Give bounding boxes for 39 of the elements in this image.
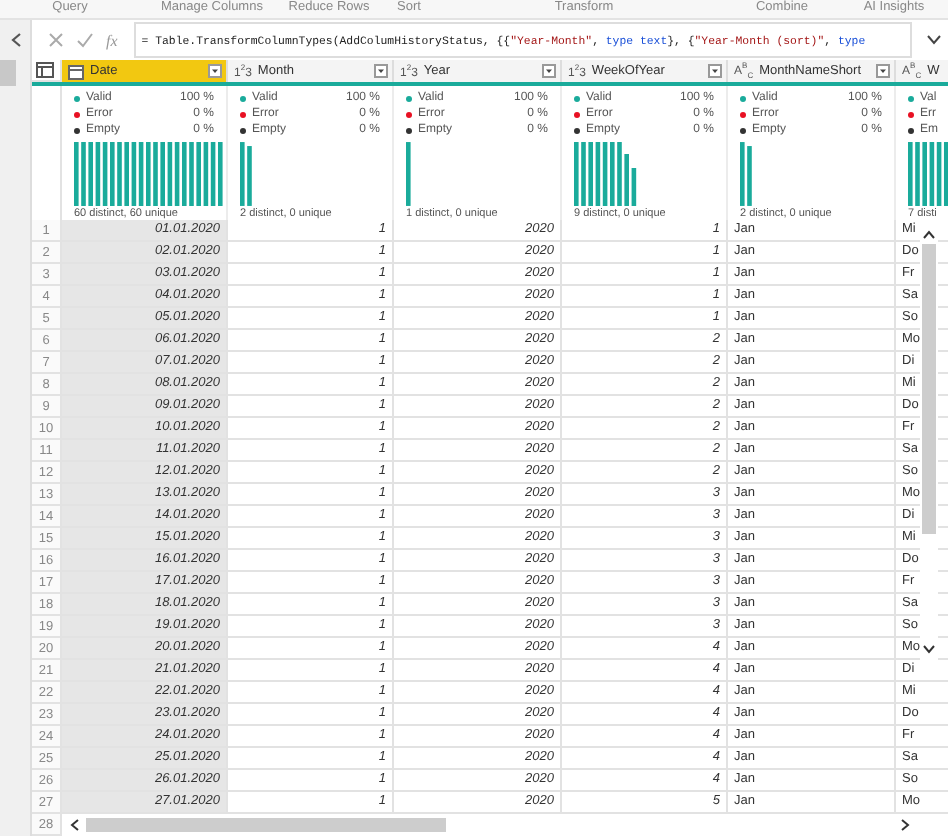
dropdown-button[interactable] [542, 64, 556, 78]
status-dot [240, 127, 246, 133]
scroll-right-icon[interactable] [900, 818, 910, 832]
histogram-drawing [240, 142, 255, 206]
dropdown-button[interactable] [208, 64, 222, 78]
status-dot [240, 111, 246, 117]
status-dot [574, 127, 580, 133]
histogram-drawing [740, 142, 755, 206]
status-dot [406, 127, 412, 133]
status-dot [74, 127, 80, 133]
scroll-thumb[interactable] [86, 818, 446, 832]
dropdown-button[interactable] [374, 64, 388, 78]
scroll-left-icon[interactable] [70, 818, 80, 832]
status-dot [74, 95, 80, 101]
status-dot [740, 95, 746, 101]
chevron-down-icon[interactable] [926, 34, 942, 46]
status-dot [908, 127, 914, 133]
status-dot [406, 111, 412, 117]
status-dot [740, 111, 746, 117]
scroll-down-icon[interactable] [922, 644, 936, 654]
status-dot [574, 95, 580, 101]
status-dot [908, 95, 914, 101]
scroll-up-icon[interactable] [922, 230, 936, 240]
histogram-drawing [574, 142, 639, 206]
status-dot [908, 111, 914, 117]
status-dot [240, 95, 246, 101]
status-dot [74, 111, 80, 117]
histogram-drawing [406, 142, 414, 206]
table-icon[interactable] [36, 62, 56, 78]
histogram-drawing [908, 142, 948, 206]
dropdown-button[interactable] [708, 64, 722, 78]
check-icon[interactable] [76, 32, 94, 48]
status-dot [406, 95, 412, 101]
status-dot [574, 111, 580, 117]
calendar-icon [68, 63, 84, 79]
dropdown-button[interactable] [876, 64, 890, 78]
status-dot [740, 127, 746, 133]
chevron-left-icon[interactable] [9, 32, 21, 48]
scroll-thumb[interactable] [922, 244, 936, 534]
